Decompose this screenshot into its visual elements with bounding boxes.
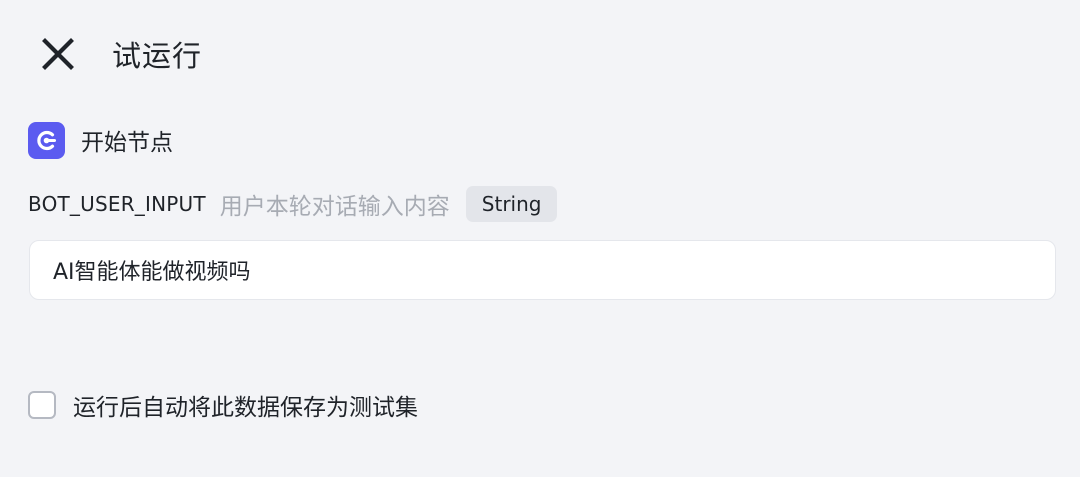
param-description: 用户本轮对话输入内容 <box>219 194 450 220</box>
save-testset-checkbox[interactable] <box>28 391 56 419</box>
param-type-tag: String <box>465 186 558 222</box>
param-input-box[interactable] <box>29 240 1056 300</box>
save-testset-option[interactable]: 运行后自动将此数据保存为测试集 <box>28 388 418 422</box>
param-name: BOT_USER_INPUT <box>28 192 206 216</box>
param-row: BOT_USER_INPUT 用户本轮对话输入内容 String <box>28 186 558 222</box>
close-button[interactable] <box>38 34 78 74</box>
start-node-icon <box>28 121 65 159</box>
start-node-label: 开始节点 <box>81 130 173 156</box>
close-icon <box>42 38 74 70</box>
save-testset-label[interactable]: 运行后自动将此数据保存为测试集 <box>73 388 418 422</box>
panel-header: 试运行 <box>38 30 202 78</box>
start-node-header: 开始节点 <box>28 121 173 159</box>
page-title: 试运行 <box>112 39 203 73</box>
param-value-input[interactable] <box>53 257 1032 283</box>
